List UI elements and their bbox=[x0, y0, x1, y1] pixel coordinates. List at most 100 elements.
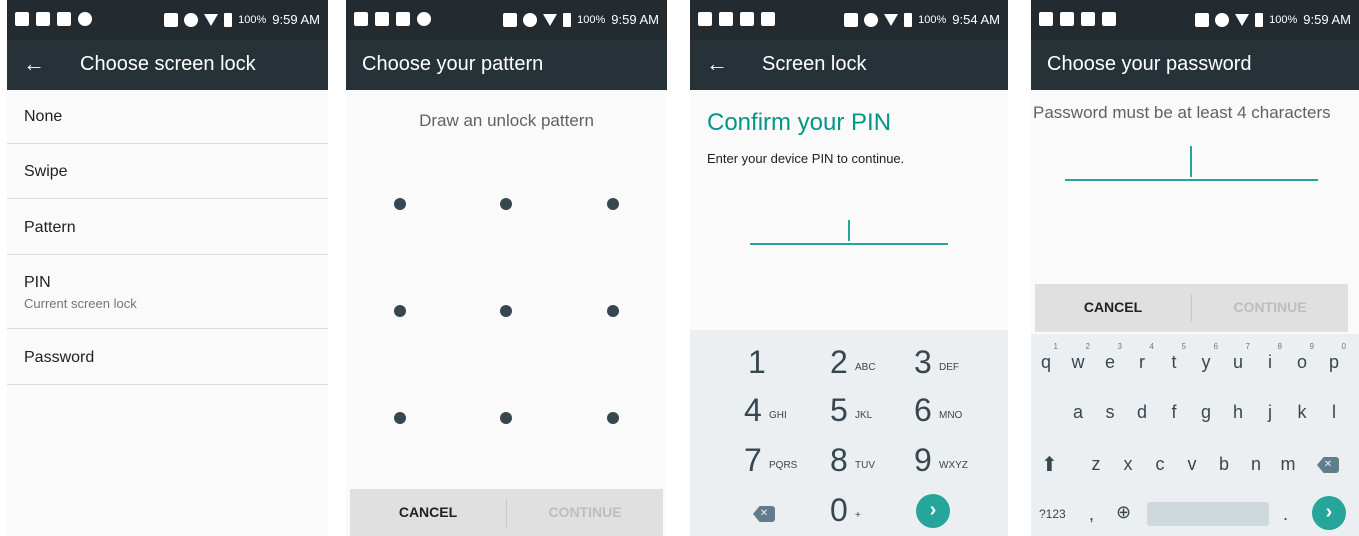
key-0[interactable]: 0 + bbox=[830, 492, 920, 536]
key-letters: JKL bbox=[855, 410, 873, 421]
key-b[interactable]: b bbox=[1214, 454, 1234, 475]
pattern-dot[interactable] bbox=[394, 412, 406, 424]
key-m[interactable]: m bbox=[1278, 454, 1298, 475]
key-7[interactable]: 7 PQRS bbox=[744, 442, 834, 494]
pattern-dot[interactable] bbox=[394, 305, 406, 317]
key-x[interactable]: x bbox=[1118, 454, 1138, 475]
key-h[interactable]: h bbox=[1228, 402, 1248, 423]
key-letter: y bbox=[1201, 352, 1211, 372]
pattern-dot[interactable] bbox=[607, 198, 619, 210]
status-bar: 100% 9:59 AM bbox=[1031, 0, 1359, 40]
key-i[interactable]: i8 bbox=[1260, 342, 1282, 373]
key-letters: PQRS bbox=[769, 460, 798, 471]
period-key[interactable]: . bbox=[1283, 504, 1288, 525]
key-e[interactable]: e3 bbox=[1100, 342, 1122, 373]
backspace-icon[interactable]: ✕ bbox=[753, 506, 775, 522]
option-label: PIN bbox=[24, 274, 51, 291]
key-v[interactable]: v bbox=[1182, 454, 1202, 475]
clock: 9:59 AM bbox=[1303, 12, 1351, 27]
pattern-dot[interactable] bbox=[607, 412, 619, 424]
key-5[interactable]: 5 JKL bbox=[830, 392, 920, 444]
continue-button[interactable]: CONTINUE bbox=[1192, 284, 1348, 331]
key-l[interactable]: l bbox=[1324, 402, 1344, 423]
pattern-dot[interactable] bbox=[500, 198, 512, 210]
key-j[interactable]: j bbox=[1260, 402, 1280, 423]
spacebar[interactable] bbox=[1147, 502, 1269, 526]
pattern-dot[interactable] bbox=[500, 412, 512, 424]
key-letters: GHI bbox=[769, 410, 787, 421]
wifi-icon bbox=[543, 13, 558, 26]
clock: 9:54 AM bbox=[952, 12, 1000, 27]
option-swipe[interactable]: Swipe bbox=[7, 144, 328, 199]
go-arrow-icon[interactable]: › bbox=[1312, 496, 1346, 530]
key-n[interactable]: n bbox=[1246, 454, 1266, 475]
gallery-icon bbox=[36, 12, 50, 26]
key-u[interactable]: u7 bbox=[1228, 342, 1250, 373]
back-arrow-icon[interactable]: ← bbox=[706, 53, 728, 75]
symbols-key[interactable]: ?123 bbox=[1039, 507, 1066, 521]
pattern-hint: Draw an unlock pattern bbox=[419, 111, 594, 130]
key-k[interactable]: k bbox=[1292, 402, 1312, 423]
option-password[interactable]: Password bbox=[7, 329, 328, 385]
backspace-icon[interactable]: ✕ bbox=[1317, 457, 1339, 473]
gmail-icon bbox=[354, 12, 368, 26]
key-letter: p bbox=[1328, 352, 1339, 372]
option-none[interactable]: None bbox=[7, 90, 328, 144]
key-f[interactable]: f bbox=[1164, 402, 1184, 423]
key-z[interactable]: z bbox=[1086, 454, 1106, 475]
option-label: Pattern bbox=[24, 219, 76, 236]
go-arrow-icon[interactable]: › bbox=[916, 494, 950, 528]
key-letter: s bbox=[1105, 402, 1115, 422]
option-pin[interactable]: PIN Current screen lock bbox=[7, 255, 328, 329]
car-icon bbox=[396, 12, 410, 26]
key-w[interactable]: w2 bbox=[1068, 342, 1091, 373]
key-digit: 4 bbox=[744, 392, 762, 428]
toolbar: ← Choose screen lock bbox=[7, 40, 328, 90]
key-digit: 8 bbox=[830, 442, 848, 478]
key-q[interactable]: q1 bbox=[1036, 342, 1058, 373]
globe-icon[interactable]: ⊕ bbox=[1116, 502, 1131, 523]
cancel-button[interactable]: CANCEL bbox=[350, 489, 506, 536]
numeric-keypad: 1 2 ABC 3 DEF 4 GHI 5 JKL 6 MNO 7 PQRS 8… bbox=[690, 330, 1008, 536]
cancel-button[interactable]: CANCEL bbox=[1035, 284, 1191, 331]
key-letter: c bbox=[1155, 454, 1165, 474]
key-a[interactable]: a bbox=[1068, 402, 1088, 423]
key-number-hint: 5 bbox=[1181, 342, 1186, 351]
key-r[interactable]: r4 bbox=[1132, 342, 1154, 373]
shift-icon[interactable]: ⬆ bbox=[1041, 452, 1058, 477]
comma-key[interactable]: , bbox=[1089, 504, 1094, 525]
key-letter: v bbox=[1187, 454, 1197, 474]
key-9[interactable]: 9 WXYZ bbox=[914, 442, 1004, 494]
option-pattern[interactable]: Pattern bbox=[7, 199, 328, 255]
clock: 9:59 AM bbox=[272, 12, 320, 27]
gallery-icon bbox=[375, 12, 389, 26]
key-3[interactable]: 3 DEF bbox=[914, 344, 1004, 396]
key-digit: 7 bbox=[744, 442, 762, 478]
battery-percent: 100% bbox=[238, 13, 267, 26]
notification-icons bbox=[1039, 12, 1116, 26]
pattern-dot[interactable] bbox=[394, 198, 406, 210]
key-y[interactable]: y6 bbox=[1196, 342, 1219, 373]
back-arrow-icon[interactable]: ← bbox=[23, 53, 45, 75]
pattern-dot[interactable] bbox=[500, 305, 512, 317]
pattern-dot[interactable] bbox=[607, 305, 619, 317]
panel-choose-pattern: 100% 9:59 AM Choose your pattern Draw an… bbox=[346, 0, 667, 536]
key-o[interactable]: o9 bbox=[1292, 342, 1314, 373]
key-1[interactable]: 1 bbox=[748, 344, 838, 396]
key-4[interactable]: 4 GHI bbox=[744, 392, 834, 444]
key-d[interactable]: d bbox=[1132, 402, 1152, 423]
key-t[interactable]: t5 bbox=[1164, 342, 1186, 373]
message-icon bbox=[1039, 12, 1053, 26]
notification-icons bbox=[698, 12, 775, 26]
key-number-hint: 2 bbox=[1085, 342, 1090, 351]
key-2[interactable]: 2 ABC bbox=[830, 344, 920, 396]
key-g[interactable]: g bbox=[1196, 402, 1216, 423]
key-8[interactable]: 8 TUV bbox=[830, 442, 920, 494]
battery-icon bbox=[1255, 12, 1264, 27]
key-s[interactable]: s bbox=[1100, 402, 1120, 423]
key-letter: d bbox=[1136, 402, 1147, 422]
key-p[interactable]: p0 bbox=[1324, 342, 1346, 373]
key-6[interactable]: 6 MNO bbox=[914, 392, 1004, 444]
key-c[interactable]: c bbox=[1150, 454, 1170, 475]
continue-button[interactable]: CONTINUE bbox=[507, 489, 663, 536]
